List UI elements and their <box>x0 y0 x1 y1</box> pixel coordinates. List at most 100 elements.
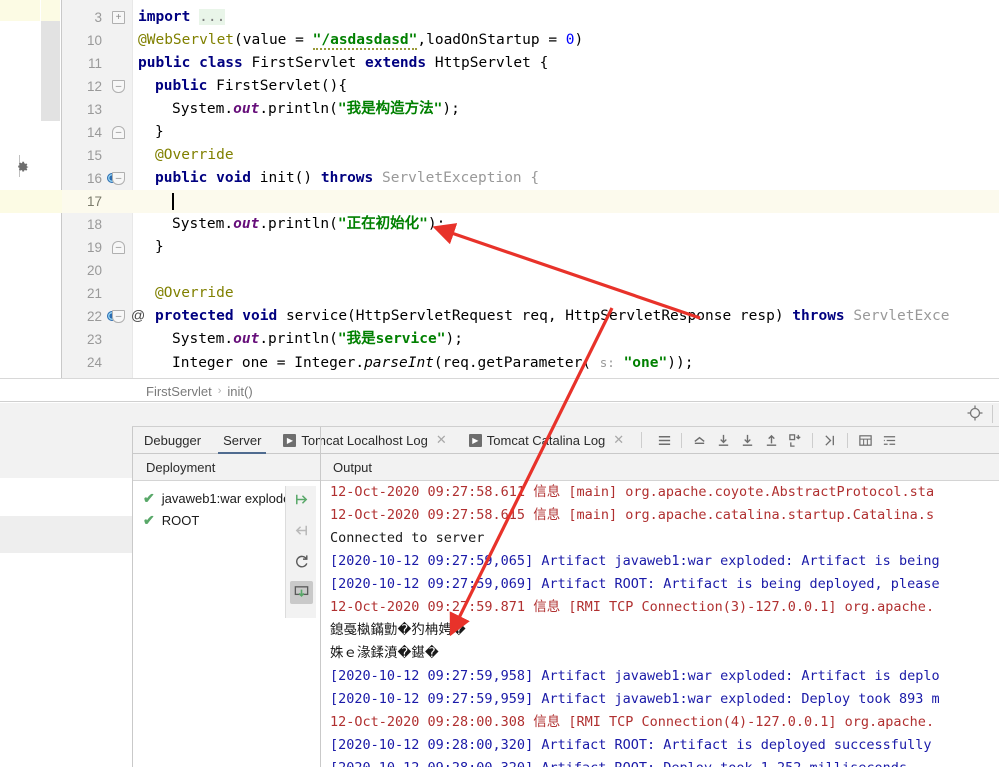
console-log-line: 鎴戞槸鏋勯�犳柟娉� <box>330 622 466 638</box>
code-token: public <box>155 78 217 94</box>
code-line[interactable]: Integer one = Integer.parseInt(req.getPa… <box>172 351 693 374</box>
tool-window-gap-band-left <box>0 403 132 427</box>
editor-left-scrollbar-top <box>41 0 60 21</box>
deployment-panel: Deployment ✔ javaweb1:war exploded ✔ ROOT <box>133 454 321 767</box>
fold-collapse-icon[interactable]: – <box>112 126 125 139</box>
code-line[interactable]: import ... <box>138 6 226 29</box>
deployment-side-toolbar[interactable] <box>285 486 316 618</box>
code-line[interactable]: public class FirstServlet extends HttpSe… <box>138 52 548 75</box>
fold-collapse-icon[interactable]: – <box>112 241 125 254</box>
tab-tomcat-catalina-log[interactable]: ▶ Tomcat Catalina Log ✕ <box>458 427 635 454</box>
filter-icon[interactable] <box>877 429 901 451</box>
code-token: init() <box>259 170 321 186</box>
line-number: 18 <box>86 217 102 232</box>
deployment-header: Deployment <box>133 454 321 481</box>
line-number: 22 <box>86 309 102 324</box>
editor-scrollbar-thumb[interactable] <box>41 21 60 121</box>
gear-icon[interactable] <box>13 158 31 176</box>
code-token: .println( <box>259 216 338 232</box>
code-line[interactable]: @Override <box>155 144 234 167</box>
code-token: protected void <box>155 308 286 324</box>
deployment-item[interactable]: ✔ javaweb1:war exploded <box>143 487 298 509</box>
code-line[interactable]: System.out.println("我是service"); <box>172 328 463 351</box>
code-token: ( <box>234 32 243 48</box>
breadcrumb[interactable]: FirstServlet › init() <box>146 379 253 403</box>
code-line[interactable]: System.out.println("我是构造方法"); <box>172 98 460 121</box>
code-token: ServletExce <box>853 308 950 324</box>
locate-target-icon[interactable] <box>967 405 985 423</box>
code-token: ) <box>574 32 584 48</box>
code-line[interactable]: @Override <box>155 282 234 305</box>
code-token: Integer one = Integer. <box>172 355 365 371</box>
console-log-line: [2020-10-12 09:27:59,959] Artifact javaw… <box>330 691 940 707</box>
soft-wrap-icon[interactable] <box>687 429 711 451</box>
code-token: throws <box>320 170 382 186</box>
bottom-left-band-top <box>0 427 132 478</box>
breadcrumb-method[interactable]: init() <box>227 384 252 399</box>
line-number: 10 <box>86 33 102 48</box>
deploy-icon[interactable] <box>290 488 313 511</box>
refresh-icon[interactable] <box>290 550 313 573</box>
code-token: ); <box>427 216 446 232</box>
output-panel: Output 12-Oct-2020 09:27:58.611 信息 [main… <box>321 454 999 767</box>
code-token: "/asdasdasd" <box>312 32 418 50</box>
code-token: out <box>233 216 260 232</box>
close-icon[interactable]: ✕ <box>613 432 624 448</box>
breadcrumb-class[interactable]: FirstServlet <box>146 384 212 399</box>
code-token: out <box>233 331 260 347</box>
code-token: "我是构造方法" <box>337 101 443 117</box>
code-token: parseInt <box>364 355 434 371</box>
deployment-item-label: javaweb1:war exploded <box>161 490 298 506</box>
current-line-highlight-gutter <box>0 190 62 213</box>
console-toolbar[interactable] <box>652 429 901 451</box>
import-icon[interactable] <box>759 429 783 451</box>
tab-server[interactable]: Server <box>212 427 272 454</box>
tab-tomcat-localhost-log[interactable]: ▶ Tomcat Localhost Log ✕ <box>272 427 457 454</box>
line-number: 23 <box>86 332 102 347</box>
code-token: "我是service" <box>337 331 446 347</box>
code-token: ServletException { <box>381 170 540 186</box>
code-line[interactable]: public FirstServlet(){ <box>155 75 347 98</box>
hamburger-menu-icon[interactable] <box>652 429 676 451</box>
redeploy-icon[interactable] <box>290 581 313 604</box>
console-log-line: 姝ｅ湪鍒濆�鍖� <box>330 645 439 661</box>
table-icon[interactable] <box>853 429 877 451</box>
close-icon[interactable]: ✕ <box>436 432 447 448</box>
run-tool-tabs[interactable]: Debugger Server ▶ Tomcat Localhost Log ✕ ▶ Tom… <box>133 427 999 454</box>
clear-all-icon[interactable] <box>818 429 842 451</box>
export-icon[interactable] <box>735 429 759 451</box>
text-caret <box>172 193 174 210</box>
console-log-line: [2020-10-12 09:28:00,320] Artifact ROOT:… <box>330 757 907 767</box>
fold-expand-icon[interactable]: + <box>112 11 125 24</box>
output-header: Output <box>321 454 999 481</box>
status-ok-icon: ✔ <box>143 511 155 528</box>
code-token: System. <box>172 216 234 232</box>
code-line[interactable]: @WebServlet(value = "/asdasdasd",loadOnS… <box>138 29 583 52</box>
scroll-down-icon[interactable] <box>711 429 735 451</box>
fold-collapse-icon[interactable]: – <box>112 80 125 93</box>
console-log-line: 12-Oct-2020 09:27:59.871 信息 [RMI TCP Con… <box>330 599 935 615</box>
fold-collapse-icon[interactable]: – <box>112 310 125 323</box>
console-log[interactable]: 12-Oct-2020 09:27:58.611 信息 [main] org.a… <box>321 481 999 767</box>
code-token: throws <box>792 308 854 324</box>
code-line[interactable]: public void init() throws ServletExcepti… <box>155 167 539 190</box>
code-line[interactable]: } <box>155 236 164 259</box>
tab-label: Server <box>223 432 262 448</box>
line-number: 3 <box>94 10 102 25</box>
annotation-gutter-icon[interactable]: @ <box>131 307 145 323</box>
fold-collapse-icon[interactable]: – <box>112 172 125 185</box>
code-token: value <box>242 32 287 48</box>
code-line[interactable]: } <box>155 121 164 144</box>
left-stub-top-band <box>0 0 40 21</box>
tab-debugger[interactable]: Debugger <box>133 427 212 454</box>
code-token: "正在初始化" <box>337 216 428 232</box>
code-line[interactable]: protected void service(HttpServletReques… <box>155 305 949 328</box>
bottom-left-band-mid <box>0 516 132 553</box>
status-ok-icon: ✔ <box>143 489 155 506</box>
deployment-item[interactable]: ✔ ROOT <box>143 509 199 531</box>
gap-band-separator <box>992 405 993 423</box>
print-icon[interactable] <box>783 429 807 451</box>
code-line[interactable]: System.out.println("正在初始化"); <box>172 213 445 236</box>
code-token: System. <box>172 331 234 347</box>
